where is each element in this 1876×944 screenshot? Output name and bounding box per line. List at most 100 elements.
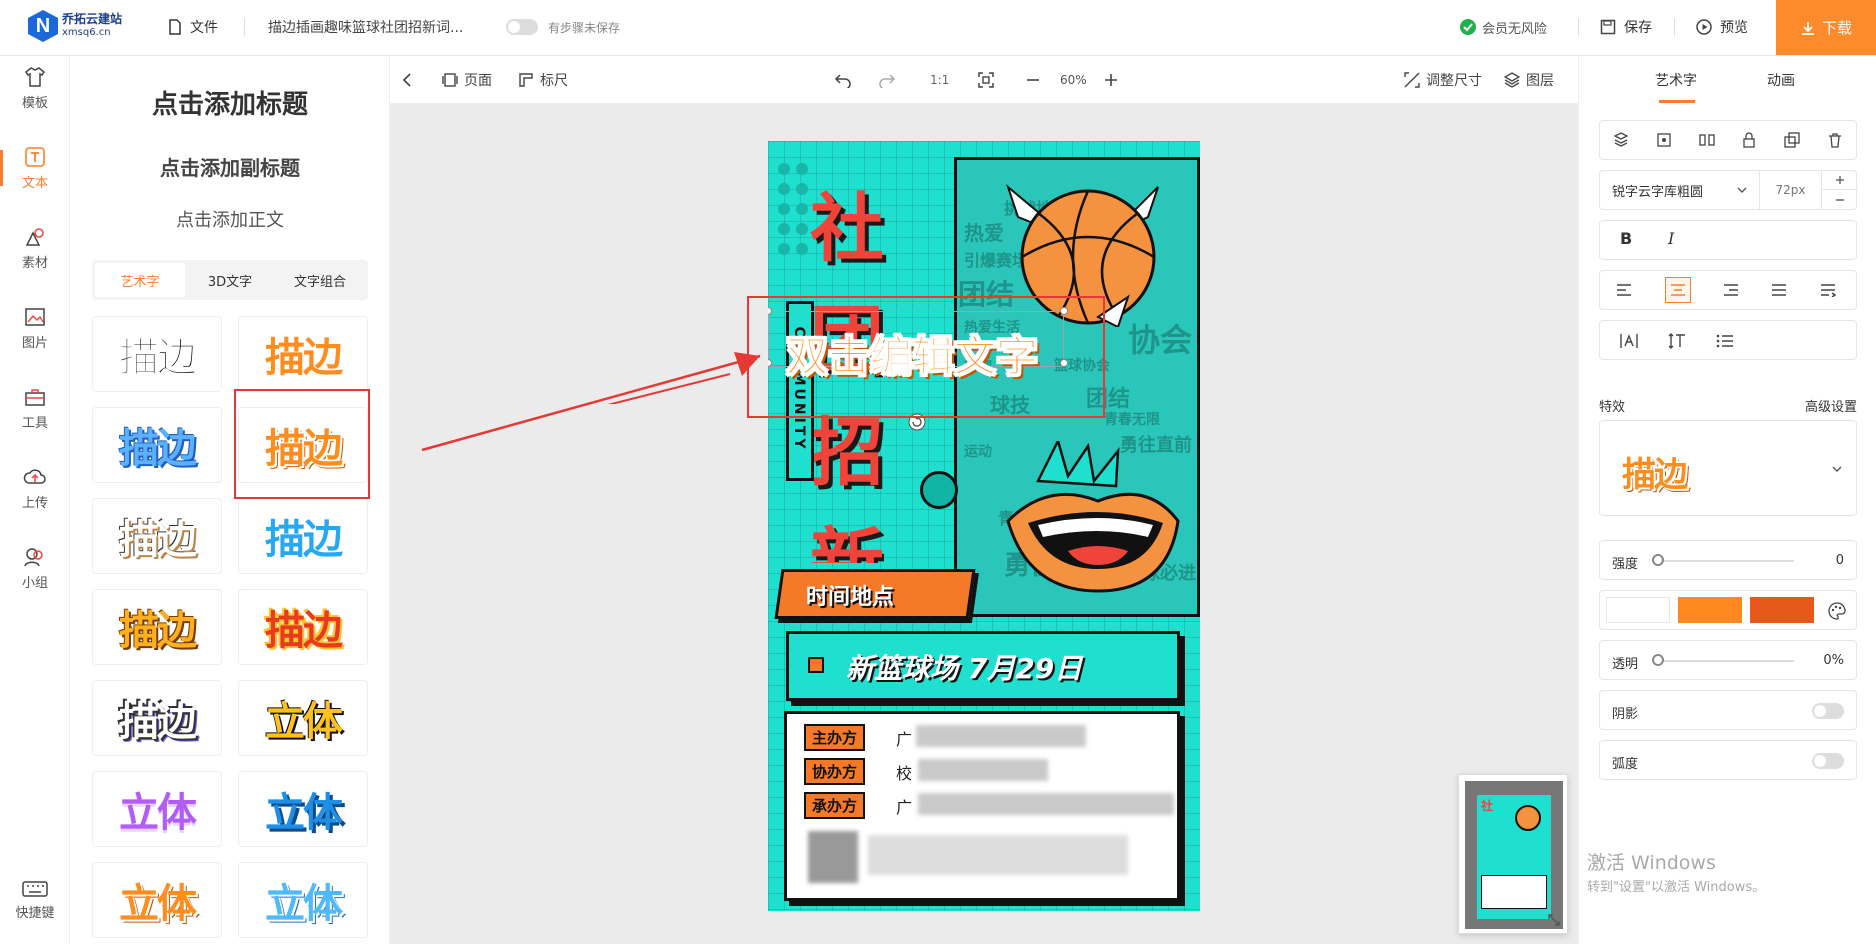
align-center-icon[interactable]: [1656, 132, 1672, 148]
brand-logo[interactable]: N 乔拓云建站 xmsq6.cn: [28, 10, 122, 42]
strength-row: 强度 0: [1599, 540, 1857, 580]
keyboard-icon: [22, 880, 48, 897]
arc-toggle[interactable]: [1812, 753, 1844, 769]
shapes-icon: [25, 227, 44, 246]
rail-item-shortcuts[interactable]: 快捷键: [0, 868, 70, 932]
font-size-increase-button[interactable]: [1822, 171, 1858, 190]
opacity-slider-knob[interactable]: [1652, 654, 1664, 666]
member-badge[interactable]: 会员无风险: [1460, 16, 1547, 38]
properties-panel: 艺术字 动画 锐字云字库粗圆 72px B I 特效 高级设置 描边 强度 0 …: [1578, 56, 1876, 944]
undo-button[interactable]: [834, 70, 852, 90]
art-text-tile[interactable]: 描边: [92, 498, 222, 574]
layer-order-icon[interactable]: [1613, 132, 1629, 148]
italic-button[interactable]: I: [1668, 229, 1674, 248]
fit-screen-button[interactable]: [978, 70, 994, 90]
font-size-input[interactable]: 72px: [1760, 171, 1822, 209]
layers-button[interactable]: 图层: [1504, 70, 1554, 90]
ruler-label: 标尺: [540, 73, 568, 89]
file-menu[interactable]: 文件: [168, 16, 218, 38]
zoom-in-button[interactable]: [1104, 70, 1118, 90]
art-text-tile[interactable]: 立体: [238, 680, 368, 756]
align-right-icon[interactable]: [1723, 283, 1739, 297]
rail-item-materials[interactable]: 素材: [0, 216, 70, 280]
shadow-row: 阴影: [1599, 690, 1857, 730]
page-thumbnail[interactable]: 社: [1458, 774, 1568, 934]
copy-icon[interactable]: [1784, 132, 1800, 148]
tab-3d-text[interactable]: 3D文字: [185, 263, 275, 297]
letter-spacing-icon[interactable]: [1620, 333, 1638, 349]
color-swatch-dark-orange[interactable]: [1750, 597, 1814, 623]
chevron-down-icon: [1737, 187, 1747, 193]
tab-text-combo[interactable]: 文字组合: [275, 263, 365, 297]
tab-animation[interactable]: 动画: [1767, 70, 1795, 90]
zoom-out-button[interactable]: [1026, 70, 1040, 90]
ruler-button[interactable]: 标尺: [518, 70, 568, 90]
autosave-toggle[interactable]: [506, 19, 538, 35]
align-center-button[interactable]: [1664, 277, 1691, 303]
palette-icon[interactable]: [1828, 602, 1846, 620]
redo-button[interactable]: [878, 70, 896, 90]
strength-value: 0: [1835, 553, 1844, 568]
shadow-toggle[interactable]: [1812, 703, 1844, 719]
line-height-icon[interactable]: [1668, 333, 1686, 349]
page-button[interactable]: 页面: [442, 70, 492, 90]
art-text-tile[interactable]: 立体: [92, 862, 222, 938]
color-swatch-orange[interactable]: [1678, 597, 1742, 623]
art-text-tile[interactable]: 描边: [92, 680, 222, 756]
zoom-level[interactable]: 60%: [1060, 70, 1087, 90]
art-text-tile[interactable]: 立体: [238, 771, 368, 847]
art-text-tile[interactable]: 描边: [92, 316, 222, 392]
art-text-tile[interactable]: 立体: [238, 862, 368, 938]
opacity-slider-track[interactable]: [1654, 660, 1794, 662]
add-title-button[interactable]: 点击添加标题: [70, 84, 389, 121]
align-left-icon[interactable]: [1616, 283, 1632, 297]
art-text-tile[interactable]: 描边: [238, 498, 368, 574]
rail-item-templates[interactable]: 模板: [0, 56, 70, 120]
trash-icon[interactable]: [1827, 132, 1843, 148]
art-text-tile[interactable]: 描边: [92, 407, 222, 483]
save-button[interactable]: 保存: [1600, 16, 1652, 38]
lock-icon[interactable]: [1741, 132, 1757, 148]
tab-art-text-props[interactable]: 艺术字: [1655, 70, 1697, 90]
effect-select[interactable]: 描边: [1599, 420, 1857, 516]
rail-item-group[interactable]: 小组: [0, 536, 70, 600]
font-family-select[interactable]: 锐字云字库粗圆: [1600, 171, 1760, 209]
advanced-settings-link[interactable]: 高级设置: [1805, 396, 1857, 415]
actual-size-button[interactable]: 1:1: [930, 70, 949, 90]
rail-item-images[interactable]: 图片: [0, 296, 70, 360]
rail-item-text[interactable]: 文本: [0, 136, 70, 200]
layers-label: 图层: [1526, 73, 1554, 89]
expand-icon[interactable]: [1547, 913, 1561, 927]
preview-button[interactable]: 预览: [1696, 16, 1748, 38]
art-text-tile[interactable]: 描边: [238, 316, 368, 392]
rail-item-upload[interactable]: 上传: [0, 456, 70, 520]
strength-label: 强度: [1612, 557, 1639, 572]
justify-all-icon[interactable]: [1820, 283, 1836, 297]
bold-button[interactable]: B: [1620, 229, 1632, 248]
color-swatch-white[interactable]: [1606, 597, 1670, 623]
tab-art-text[interactable]: 艺术字: [95, 263, 185, 297]
collapse-panel-button[interactable]: [402, 70, 412, 90]
art-text-tile[interactable]: 立体: [92, 771, 222, 847]
poster[interactable]: 挑战地心引力 热爱 引爆赛场 团结 协会 热爱生活 篮球协会 球技 团结 青春无…: [768, 141, 1200, 911]
add-subtitle-button[interactable]: 点击添加副标题: [70, 152, 389, 181]
canvas-area[interactable]: 挑战地心引力 热爱 引爆赛场 团结 协会 热爱生活 篮球协会 球技 团结 青春无…: [390, 104, 1578, 944]
resize-button[interactable]: 调整尺寸: [1404, 70, 1482, 90]
blurred-text: [918, 759, 1048, 781]
list-icon[interactable]: [1716, 333, 1734, 349]
decor-circle: [920, 471, 958, 509]
add-body-button[interactable]: 点击添加正文: [70, 206, 389, 232]
strength-slider-track[interactable]: [1654, 560, 1794, 562]
strength-slider-knob[interactable]: [1652, 554, 1664, 566]
justify-icon[interactable]: [1771, 283, 1787, 297]
rail-item-tools[interactable]: 工具: [0, 376, 70, 440]
align-center-text-icon: [1670, 284, 1685, 296]
download-button[interactable]: 下载: [1776, 0, 1876, 55]
document-title[interactable]: 描边插画趣味篮球社团招新词...: [268, 16, 463, 38]
art-text-tile[interactable]: 描边: [92, 589, 222, 665]
art-text-tile[interactable]: 描边: [238, 589, 368, 665]
flip-icon[interactable]: [1698, 132, 1715, 148]
font-size-decrease-button[interactable]: [1822, 190, 1858, 209]
toolbox-icon: [25, 388, 45, 406]
date-text: 新篮球场 7月29日: [846, 652, 1083, 685]
